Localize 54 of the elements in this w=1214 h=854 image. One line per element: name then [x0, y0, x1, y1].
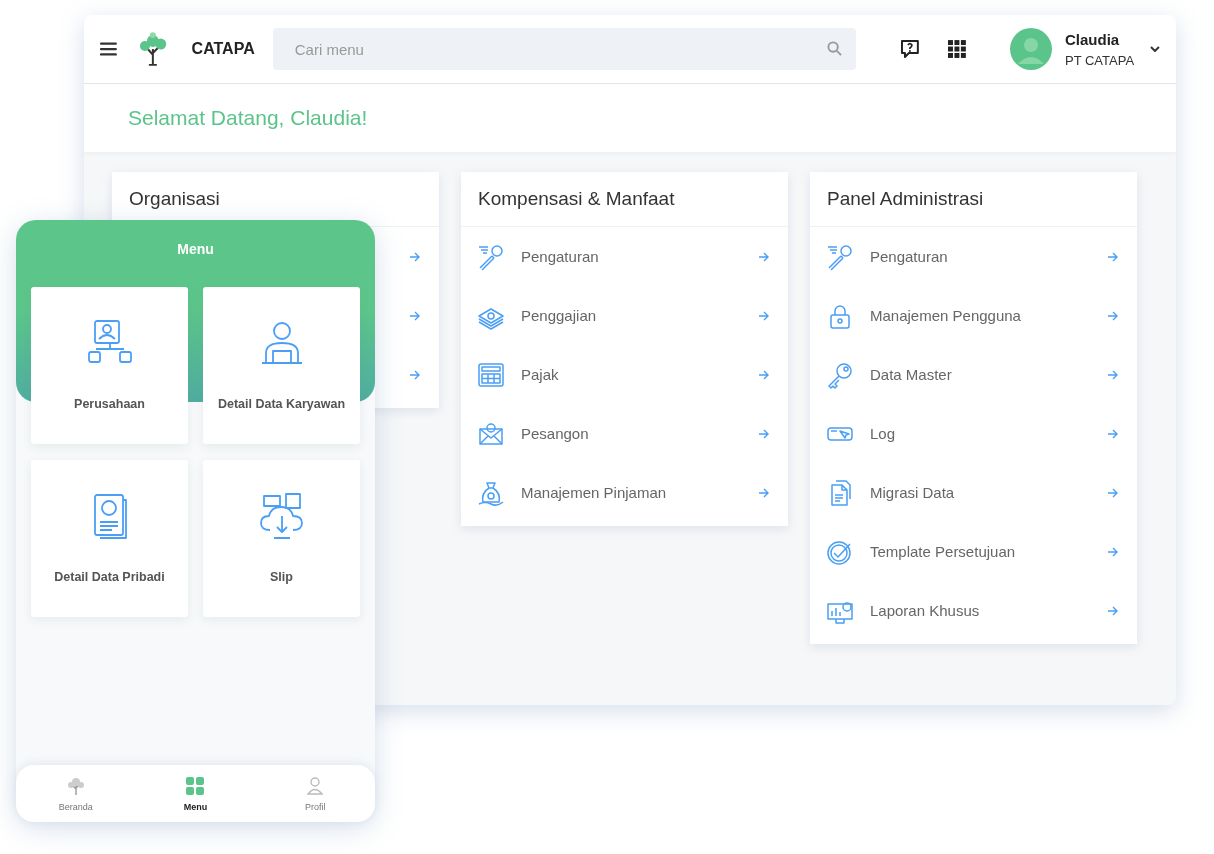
menu-tile[interactable]: Perusahaan	[31, 287, 188, 444]
menu-item[interactable]: Manajemen Pinjaman	[521, 484, 667, 501]
menu-item[interactable]: Pengaturan	[521, 248, 599, 265]
menu-item[interactable]: Manajemen Pengguna	[870, 307, 1021, 324]
menu-item[interactable]: Pengaturan	[870, 248, 948, 265]
arrow-right-icon[interactable]	[1107, 545, 1119, 558]
calculator-icon	[477, 360, 505, 389]
menu-item[interactable]: Data Master	[870, 366, 952, 383]
arrow-right-icon[interactable]	[1107, 368, 1119, 381]
card-title: Panel Administrasi	[827, 188, 984, 210]
nav-tab[interactable]: Menu	[160, 775, 231, 812]
menu-item[interactable]: Pesangon	[521, 425, 589, 442]
company-name: PT CATAPA	[1064, 52, 1135, 68]
menu-item[interactable]: Penggajian	[521, 307, 597, 324]
arrow-right-icon[interactable]	[758, 427, 770, 440]
menu-item[interactable]: Laporan Khusus	[870, 602, 980, 619]
arrow-right-icon[interactable]	[758, 250, 770, 263]
arrow-right-icon[interactable]	[758, 309, 770, 322]
menu-tile[interactable]: Detail Data Karyawan	[203, 287, 360, 444]
menu-item[interactable]: Migrasi Data	[870, 484, 955, 501]
tree-icon	[65, 775, 86, 796]
arrow-right-icon[interactable]	[409, 368, 421, 381]
caret-icon[interactable]	[1150, 46, 1160, 52]
menu-item[interactable]: Pajak	[521, 366, 559, 383]
card-title: Kompensasi & Manfaat	[478, 188, 675, 210]
search-field[interactable]: Cari menu	[272, 28, 857, 70]
menu-item[interactable]: Log	[870, 425, 896, 442]
nav-tab[interactable]: Beranda	[40, 775, 111, 812]
search-icon[interactable]	[827, 41, 843, 56]
grid-icon	[185, 775, 206, 796]
arrow-right-icon[interactable]	[1107, 604, 1119, 617]
user-name: Claudia	[1064, 30, 1121, 48]
welcome-text: Selamat Datang, Claudia!	[128, 106, 368, 130]
key-icon	[826, 360, 854, 389]
arrow-right-icon[interactable]	[409, 309, 421, 322]
cloud-icon	[257, 492, 306, 540]
arrow-right-icon[interactable]	[1107, 427, 1119, 440]
arrow-right-icon[interactable]	[1107, 309, 1119, 322]
nav-tab[interactable]: Profil	[280, 775, 351, 812]
arrow-right-icon[interactable]	[409, 250, 421, 263]
brand-name: CATAPA	[191, 40, 255, 58]
avatar-icon[interactable]	[1009, 28, 1052, 70]
person-icon	[305, 775, 326, 796]
arrow-right-icon[interactable]	[1107, 486, 1119, 499]
arrow-right-icon[interactable]	[1107, 250, 1119, 263]
menu-tile[interactable]: Detail Data Pribadi	[31, 460, 188, 617]
arrow-right-icon[interactable]	[758, 368, 770, 381]
arrow-right-icon[interactable]	[758, 486, 770, 499]
menu-icon[interactable]	[100, 42, 117, 56]
screen-title: Menu	[176, 240, 215, 259]
menu-item[interactable]: Template Persetujuan	[870, 543, 1016, 560]
menu-tile[interactable]: Slip	[203, 460, 360, 617]
apps-grid-icon[interactable]	[948, 40, 966, 58]
card-title: Organisasi	[129, 188, 220, 210]
